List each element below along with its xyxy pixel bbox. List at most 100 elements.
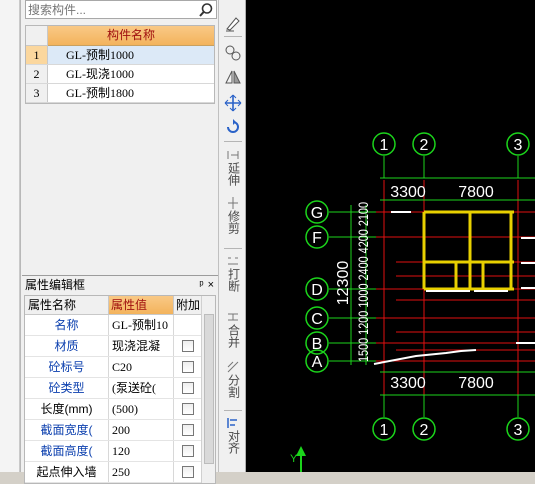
- additional-checkbox[interactable]: [181, 445, 194, 457]
- align-label: 对齐: [226, 430, 241, 454]
- property-value-header: 属性值: [109, 296, 174, 314]
- dimension-label-bottom: 3300: [390, 375, 426, 392]
- component-row[interactable]: 3 GL-预制1800: [26, 84, 214, 103]
- drawing-canvas[interactable]: 1 2 3 1 2 3 G F D C B A 3300 7800 3300 7800 12300 1500 12…: [246, 0, 535, 472]
- axis-label-bottom: 1: [380, 422, 389, 439]
- break-label: 打断: [226, 268, 241, 292]
- align-button[interactable]: 对齐: [223, 416, 243, 454]
- property-grid-header: 属性名称 属性值 附加: [25, 296, 215, 315]
- trim-label: 修剪: [226, 210, 241, 234]
- property-row[interactable]: 砼类型 (泵送砼(: [25, 378, 215, 399]
- toolbar-separator: [224, 410, 242, 411]
- split-icon: [227, 361, 239, 373]
- component-row[interactable]: 2 GL-现浇1000: [26, 65, 214, 84]
- ucs-arrow-icon: [296, 446, 306, 456]
- property-additional-header: 附加: [174, 296, 201, 314]
- property-name: 截面宽度(: [25, 420, 109, 440]
- property-row[interactable]: 材质 现浇混凝: [25, 336, 215, 357]
- property-value[interactable]: (500): [109, 399, 174, 419]
- property-value[interactable]: GL-预制10: [109, 315, 174, 335]
- pencil-icon[interactable]: [224, 14, 242, 32]
- property-row[interactable]: 长度(mm) (500): [25, 399, 215, 420]
- additional-checkbox[interactable]: [181, 340, 194, 352]
- scrollbar-thumb[interactable]: [204, 314, 214, 464]
- property-name: 砼标号: [25, 357, 109, 377]
- trim-button[interactable]: 修剪: [223, 196, 243, 234]
- property-editor-title: 属性编辑框: [25, 278, 86, 292]
- property-name: 截面高度(: [25, 441, 109, 461]
- dimension-label-parts: 1500 1200 1000 2400 4200 2100: [355, 202, 371, 362]
- property-row[interactable]: 砼标号 C20: [25, 357, 215, 378]
- additional-checkbox[interactable]: [181, 382, 194, 394]
- additional-checkbox[interactable]: [181, 403, 194, 415]
- edit-toolbar: 延伸 修剪 打断 合并 分割 对齐: [218, 0, 246, 472]
- component-name-header[interactable]: 构件名称: [48, 26, 214, 46]
- merge-label: 合并: [226, 324, 241, 348]
- component-search-box[interactable]: [25, 0, 217, 19]
- component-search-input[interactable]: [26, 2, 194, 17]
- additional-checkbox[interactable]: [181, 361, 194, 373]
- property-value[interactable]: 200: [109, 420, 174, 440]
- row-index: 1: [26, 46, 48, 64]
- property-grid-scrollbar[interactable]: [201, 296, 215, 483]
- property-name: 材质: [25, 336, 109, 356]
- align-icon: [227, 418, 237, 428]
- rotate-icon[interactable]: [224, 118, 242, 136]
- component-name[interactable]: GL-预制1000: [48, 46, 214, 64]
- split-button[interactable]: 分割: [223, 360, 243, 398]
- toolbar-separator: [224, 36, 242, 37]
- search-icon[interactable]: [198, 2, 214, 18]
- property-name: 砼类型: [25, 378, 109, 398]
- trim-icon: [228, 197, 238, 209]
- mirror-icon[interactable]: [224, 68, 242, 86]
- additional-checkbox[interactable]: [181, 424, 194, 436]
- extend-button[interactable]: 延伸: [223, 148, 243, 186]
- component-panel: 构件名称 1 GL-预制1000 2 GL-现浇1000 3 GL-预制1800…: [20, 0, 218, 484]
- floor-plan-drawing: 1 2 31 2 3GFDCBA3300 78003300 780012300 1500 12…: [290, 132, 535, 472]
- row-index: 2: [26, 65, 48, 83]
- axis-label-top: 2: [420, 137, 429, 154]
- axis-label-left: D: [311, 282, 323, 299]
- property-value[interactable]: 120: [109, 441, 174, 461]
- property-row[interactable]: 截面宽度( 200: [25, 420, 215, 441]
- property-value[interactable]: (泵送砼(: [109, 378, 174, 398]
- property-editor-panel: 属性编辑框 ᵖ × 属性名称 属性值 附加 名称 GL-预制10 材质 现浇混凝: [22, 275, 218, 484]
- axis-label-left: C: [311, 311, 323, 328]
- property-row[interactable]: 截面高度( 120: [25, 441, 215, 462]
- component-name[interactable]: GL-预制1800: [48, 84, 214, 102]
- property-name: 名称: [25, 315, 109, 335]
- extend-label: 延伸: [226, 162, 241, 186]
- property-row[interactable]: 起点伸入墙 250: [25, 462, 215, 483]
- property-value[interactable]: 250: [109, 462, 174, 482]
- move-icon[interactable]: [224, 94, 242, 112]
- break-icon: [228, 257, 238, 265]
- additional-checkbox[interactable]: [181, 466, 194, 478]
- break-button[interactable]: 打断: [223, 254, 243, 292]
- property-value[interactable]: 现浇混凝: [109, 336, 174, 356]
- property-row[interactable]: 名称 GL-预制10: [25, 315, 215, 336]
- close-icon[interactable]: ×: [208, 279, 214, 291]
- copy-icon[interactable]: [224, 44, 242, 62]
- component-row[interactable]: 1 GL-预制1000: [26, 46, 214, 65]
- property-name: 长度(mm): [25, 399, 109, 419]
- left-edge-strip: [0, 0, 20, 472]
- dimension-label-total: 12300: [335, 261, 352, 306]
- white-edge-line: [373, 349, 477, 365]
- property-name: 起点伸入墙: [25, 462, 109, 482]
- dimension-label-top: 3300: [390, 184, 426, 201]
- axis-label-left: F: [312, 230, 322, 247]
- toolbar-separator: [224, 248, 242, 249]
- property-value[interactable]: C20: [109, 357, 174, 377]
- axis-label-top: 1: [380, 137, 389, 154]
- pin-icon[interactable]: ᵖ: [199, 279, 203, 291]
- component-list: 构件名称 1 GL-预制1000 2 GL-现浇1000 3 GL-预制1800: [25, 25, 215, 104]
- extend-icon: [227, 151, 239, 159]
- component-name[interactable]: GL-现浇1000: [48, 65, 214, 83]
- merge-button[interactable]: 合并: [223, 310, 243, 348]
- property-name-header: 属性名称: [25, 296, 109, 314]
- merge-icon: [228, 313, 238, 321]
- ucs-y-label: Y: [290, 453, 298, 465]
- row-index: 3: [26, 84, 48, 102]
- property-editor-titlebar: 属性编辑框 ᵖ ×: [22, 276, 218, 293]
- axis-label-left: G: [311, 205, 323, 222]
